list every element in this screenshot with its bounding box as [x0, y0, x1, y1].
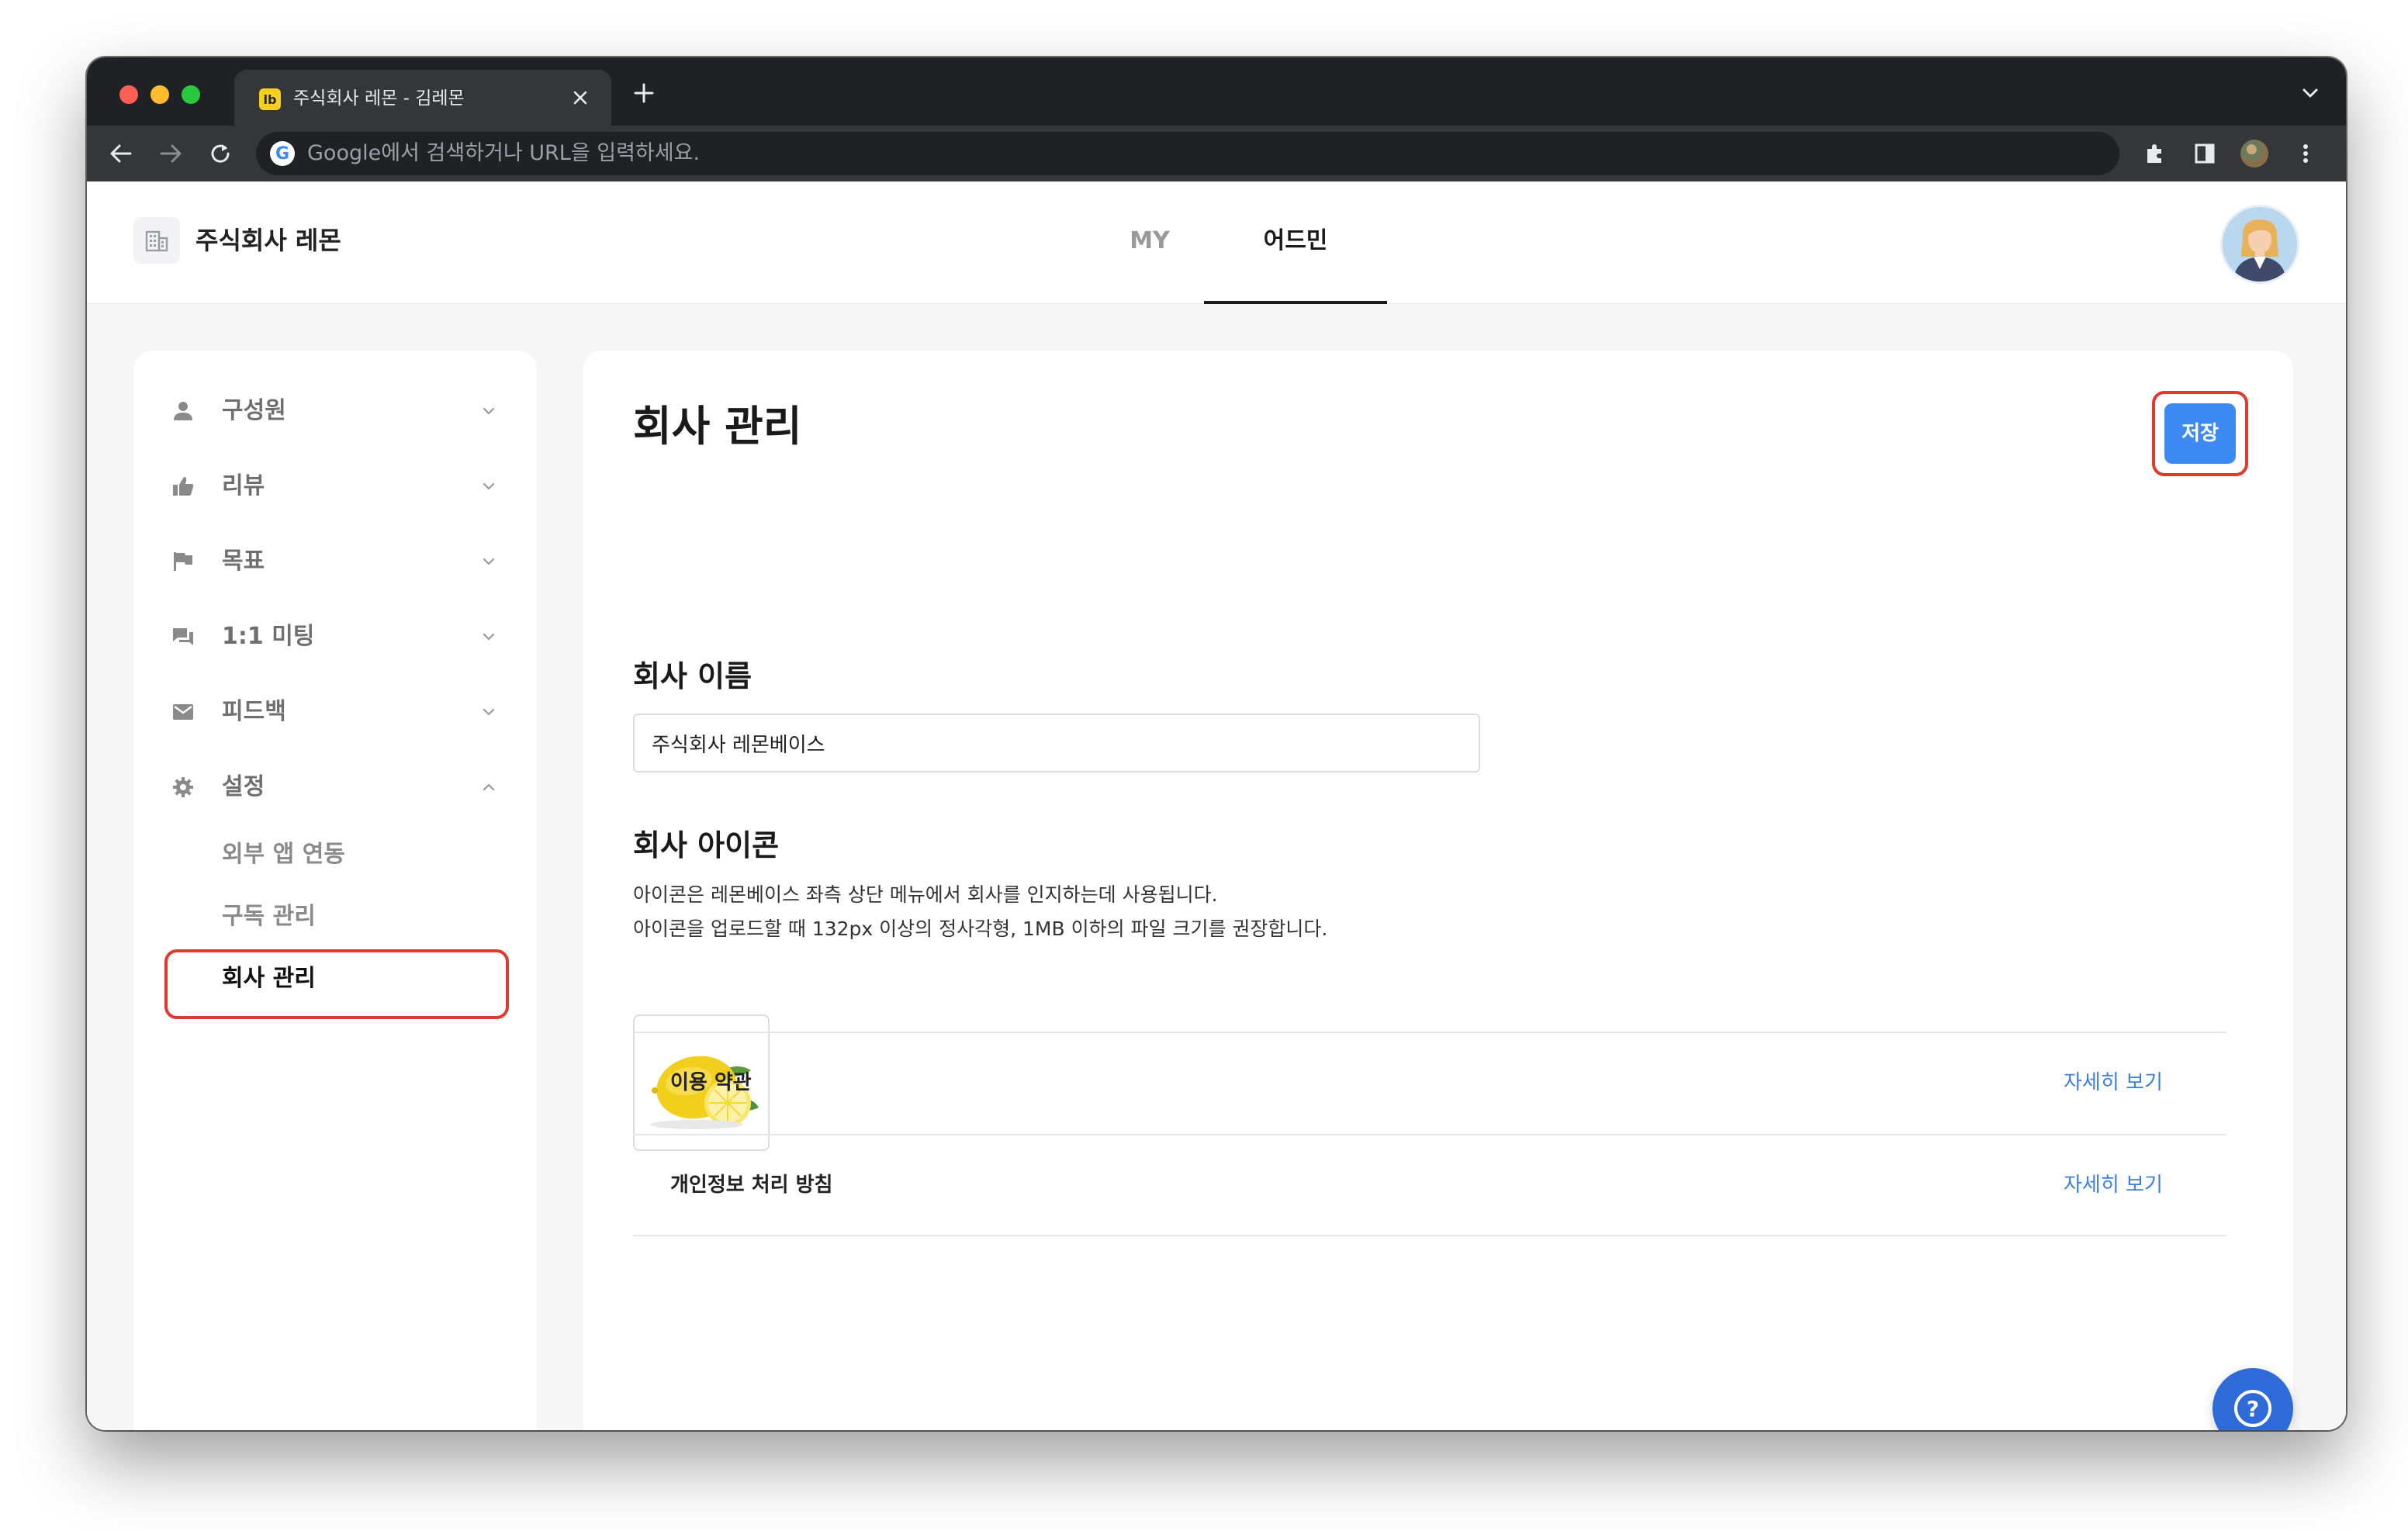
privacy-policy-label: 개인정보 처리 방침: [670, 1173, 833, 1197]
sidebar-item-settings[interactable]: 설정: [133, 764, 537, 810]
mail-icon: [171, 700, 195, 724]
close-window-button[interactable]: [119, 85, 138, 104]
divider: [633, 1235, 2226, 1236]
company-name[interactable]: 주식회사 레몬: [195, 223, 341, 257]
back-arrow-icon[interactable]: [106, 138, 137, 169]
company-settings-panel: 회사 관리 저장 회사 이름 회사 아이콘 아이콘은 레몬베이스 좌측 상단 메…: [583, 351, 2293, 1430]
favicon-icon: lb: [259, 88, 281, 110]
browser-tab-active[interactable]: lb 주식회사 레몬 - 김레몬: [234, 70, 611, 126]
divider: [633, 1134, 2226, 1135]
chevron-down-icon: [479, 552, 498, 571]
terms-of-service-label: 이용 약관: [670, 1071, 752, 1094]
terms-of-service-link[interactable]: 자세히 보기: [2064, 1067, 2163, 1098]
page-title: 회사 관리: [633, 402, 802, 451]
person-icon: [171, 399, 195, 423]
sidebar-item-reviews[interactable]: 리뷰: [133, 463, 537, 510]
thumbs-up-icon: [171, 474, 195, 499]
minimize-window-button[interactable]: [150, 85, 169, 104]
sidebar-item-label: 피드백: [222, 698, 286, 725]
page-content: 주식회사 레몬 MY 어드민 구성원 리뷰 목표 1:1 미팅 피드백 설정 외…: [87, 181, 2346, 1430]
sidebar-item-label: 1:1 미팅: [222, 623, 315, 650]
sidebar-subitem-app-integrations[interactable]: 외부 앱 연동: [222, 838, 345, 872]
gear-icon: [171, 775, 195, 800]
sidebar-item-label: 목표: [222, 548, 265, 575]
sidebar-item-one-on-one[interactable]: 1:1 미팅: [133, 613, 537, 660]
chevron-down-icon: [479, 703, 498, 721]
highlight-outline: [2152, 391, 2248, 476]
sidebar-item-members[interactable]: 구성원: [133, 388, 537, 434]
admin-sidebar: 구성원 리뷰 목표 1:1 미팅 피드백 설정 외부 앱 연동 구독 관리 회사…: [133, 351, 537, 1430]
flag-icon: [171, 549, 195, 574]
address-placeholder: Google에서 검색하거나 URL을 입력하세요.: [307, 141, 701, 165]
extensions-puzzle-icon[interactable]: [2141, 140, 2169, 168]
tab-admin[interactable]: 어드민: [1204, 222, 1387, 261]
icon-description-line: 아이콘을 업로드할 때 132px 이상의 정사각형, 1MB 이하의 파일 크…: [633, 918, 1328, 940]
help-glyph: ?: [2247, 1396, 2259, 1422]
company-icon-heading: 회사 아이콘: [633, 828, 780, 862]
sidebar-item-label: 리뷰: [222, 472, 265, 499]
sidebar-subitem-subscription[interactable]: 구독 관리: [222, 900, 316, 934]
side-panel-icon[interactable]: [2191, 140, 2219, 168]
sidebar-item-goals[interactable]: 목표: [133, 538, 537, 585]
company-name-heading: 회사 이름: [633, 659, 752, 693]
address-bar[interactable]: G Google에서 검색하거나 URL을 입력하세요.: [256, 132, 2119, 175]
zoom-window-button[interactable]: [182, 85, 200, 104]
app-header: 주식회사 레몬 MY 어드민: [87, 181, 2346, 304]
chat-icon: [171, 624, 195, 649]
tab-my[interactable]: MY: [1095, 222, 1204, 261]
user-avatar[interactable]: [2220, 205, 2299, 284]
browser-tabstrip: lb 주식회사 레몬 - 김레몬: [87, 57, 2346, 126]
sidebar-item-label: 구성원: [222, 397, 286, 424]
chevron-down-icon: [479, 477, 498, 496]
google-icon: G: [270, 141, 295, 166]
privacy-policy-link[interactable]: 자세히 보기: [2064, 1170, 2163, 1201]
tab-search-chevron-icon[interactable]: [2298, 81, 2323, 105]
icon-description-line: 아이콘은 레몬베이스 좌측 상단 메뉴에서 회사를 인지하는데 사용됩니다.: [633, 883, 1218, 906]
tab-title: 주식회사 레몬 - 김레몬: [293, 88, 465, 109]
chevron-up-icon: [479, 778, 498, 797]
sidebar-item-feedback[interactable]: 피드백: [133, 689, 537, 735]
highlight-outline: [164, 949, 509, 1019]
sidebar-item-label: 설정: [222, 773, 265, 800]
divider: [633, 1032, 2226, 1033]
browser-profile-avatar[interactable]: [2240, 140, 2268, 168]
close-tab-icon[interactable]: [568, 85, 593, 110]
question-icon: ?: [2234, 1390, 2271, 1427]
chevron-down-icon: [479, 627, 498, 646]
active-tab-indicator: [1204, 301, 1387, 304]
browser-toolbar: G Google에서 검색하거나 URL을 입력하세요.: [87, 126, 2346, 181]
chevron-down-icon: [479, 402, 498, 420]
company-building-icon[interactable]: [133, 217, 180, 264]
forward-arrow-icon[interactable]: [155, 138, 186, 169]
company-name-input[interactable]: [633, 714, 1480, 772]
more-menu-icon[interactable]: [2292, 140, 2320, 168]
reload-icon[interactable]: [205, 138, 236, 169]
browser-window: lb 주식회사 레몬 - 김레몬 G Google에서 검색하거나 URL을 입…: [87, 57, 2346, 1430]
new-tab-icon[interactable]: [627, 76, 661, 110]
